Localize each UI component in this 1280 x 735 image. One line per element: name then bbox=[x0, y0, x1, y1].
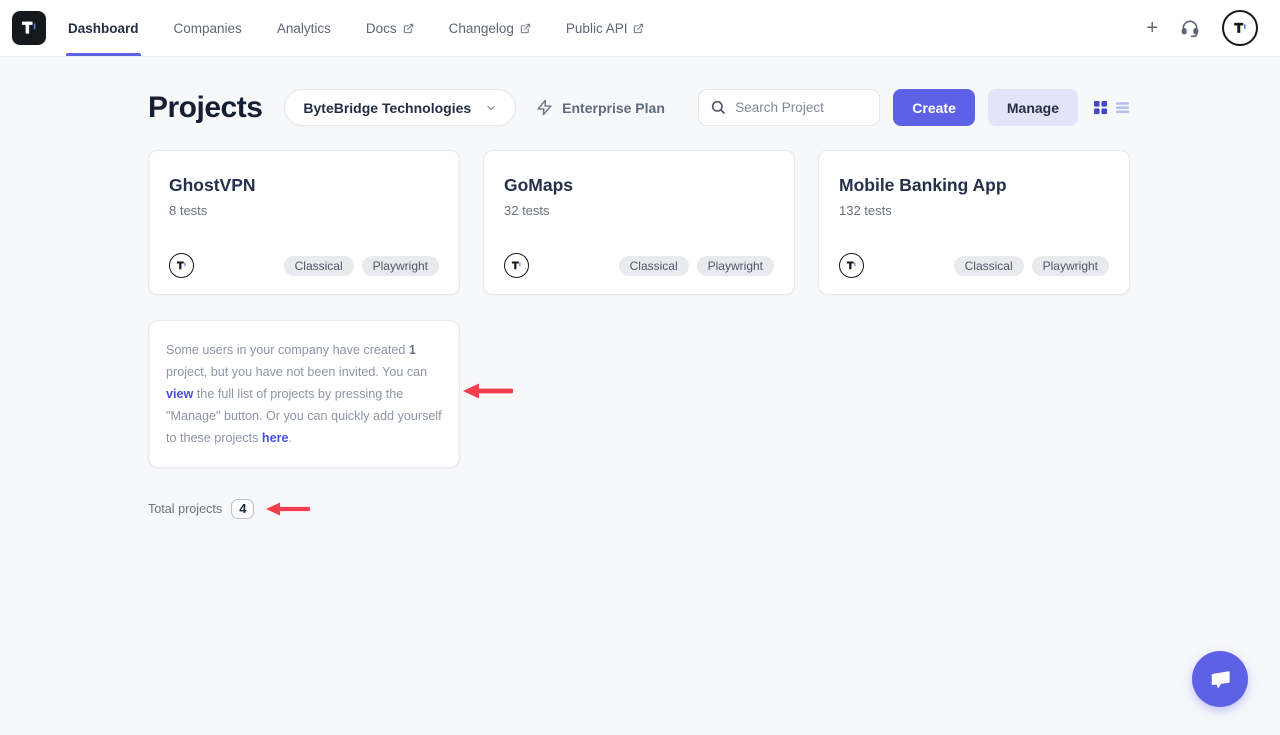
company-selector[interactable]: ByteBridge Technologies bbox=[284, 89, 516, 126]
external-link-icon bbox=[520, 23, 531, 34]
manage-button[interactable]: Manage bbox=[988, 89, 1078, 126]
nav-item-docs[interactable]: Docs bbox=[366, 0, 414, 56]
user-avatar[interactable] bbox=[1222, 10, 1258, 46]
red-arrow-icon bbox=[462, 382, 514, 400]
nav-item-changelog[interactable]: Changelog bbox=[449, 0, 531, 56]
external-link-icon bbox=[403, 23, 414, 34]
project-badges: Classical Playwright bbox=[954, 256, 1109, 276]
main-nav: Dashboard Companies Analytics Docs Cha bbox=[68, 0, 644, 56]
nav-item-label: Dashboard bbox=[68, 21, 139, 36]
nav-item-label: Docs bbox=[366, 21, 397, 36]
project-card-footer: Classical Playwright bbox=[169, 253, 439, 278]
nav-item-label: Public API bbox=[566, 21, 628, 36]
project-logo-icon bbox=[839, 253, 864, 278]
nav-item-companies[interactable]: Companies bbox=[174, 0, 242, 56]
total-projects-label: Total projects bbox=[148, 502, 222, 516]
project-logo-icon bbox=[504, 253, 529, 278]
add-button[interactable]: + bbox=[1146, 18, 1158, 38]
search-input[interactable] bbox=[698, 89, 880, 126]
notice-row: Some users in your company have created … bbox=[148, 320, 1131, 468]
chat-widget-button[interactable] bbox=[1192, 651, 1248, 707]
project-tests-count: 8 tests bbox=[169, 203, 439, 218]
project-name: Mobile Banking App bbox=[839, 175, 1109, 196]
projects-grid: GhostVPN 8 tests Classical Playwright GoM… bbox=[148, 150, 1131, 295]
brand-logo[interactable] bbox=[12, 11, 46, 45]
total-projects-row: Total projects 4 bbox=[148, 499, 1131, 519]
main-content: Projects ByteBridge Technologies Enterpr… bbox=[0, 57, 1131, 519]
projects-toolbar: Projects ByteBridge Technologies Enterpr… bbox=[148, 89, 1131, 126]
project-tests-count: 32 tests bbox=[504, 203, 774, 218]
here-link[interactable]: here bbox=[262, 431, 289, 445]
company-selector-value: ByteBridge Technologies bbox=[303, 100, 471, 116]
project-card[interactable]: GoMaps 32 tests Classical Playwright bbox=[483, 150, 795, 295]
plan-indicator: Enterprise Plan bbox=[536, 99, 665, 116]
badge-playwright: Playwright bbox=[697, 256, 774, 276]
nav-item-label: Changelog bbox=[449, 21, 514, 36]
project-name: GhostVPN bbox=[169, 175, 439, 196]
list-view-icon[interactable] bbox=[1114, 99, 1131, 116]
brand-logo-icon bbox=[17, 16, 41, 40]
plan-label: Enterprise Plan bbox=[562, 100, 665, 116]
project-tests-count: 132 tests bbox=[839, 203, 1109, 218]
support-headset-icon[interactable] bbox=[1180, 18, 1200, 38]
top-navigation-bar: Dashboard Companies Analytics Docs Cha bbox=[0, 0, 1280, 57]
nav-item-label: Companies bbox=[174, 21, 242, 36]
badge-playwright: Playwright bbox=[1032, 256, 1109, 276]
avatar-logo-icon bbox=[1229, 17, 1251, 39]
topbar-actions: + bbox=[1146, 10, 1258, 46]
badge-classical: Classical bbox=[619, 256, 689, 276]
project-card[interactable]: GhostVPN 8 tests Classical Playwright bbox=[148, 150, 460, 295]
project-badges: Classical Playwright bbox=[284, 256, 439, 276]
invitation-notice-card: Some users in your company have created … bbox=[148, 320, 460, 468]
view-link[interactable]: view bbox=[166, 387, 193, 401]
total-projects-count: 4 bbox=[231, 499, 254, 519]
project-card-footer: Classical Playwright bbox=[839, 253, 1109, 278]
grid-view-icon[interactable] bbox=[1092, 99, 1109, 116]
nav-item-dashboard[interactable]: Dashboard bbox=[68, 0, 139, 56]
page-title: Projects bbox=[148, 91, 262, 125]
project-logo-icon bbox=[169, 253, 194, 278]
badge-playwright: Playwright bbox=[362, 256, 439, 276]
chat-bubble-icon bbox=[1205, 664, 1235, 694]
chevron-down-icon bbox=[485, 102, 497, 114]
badge-classical: Classical bbox=[284, 256, 354, 276]
project-name: GoMaps bbox=[504, 175, 774, 196]
search-box bbox=[698, 89, 880, 126]
project-card[interactable]: Mobile Banking App 132 tests Classical Pl… bbox=[818, 150, 1130, 295]
notice-bold-count: 1 bbox=[409, 343, 416, 357]
lightning-icon bbox=[536, 99, 553, 116]
project-badges: Classical Playwright bbox=[619, 256, 774, 276]
project-card-footer: Classical Playwright bbox=[504, 253, 774, 278]
external-link-icon bbox=[633, 23, 644, 34]
notice-text: Some users in your company have created bbox=[166, 343, 409, 357]
notice-text: . bbox=[289, 431, 293, 445]
view-toggles bbox=[1092, 99, 1131, 116]
create-button[interactable]: Create bbox=[893, 89, 975, 126]
nav-item-label: Analytics bbox=[277, 21, 331, 36]
nav-item-public-api[interactable]: Public API bbox=[566, 0, 645, 56]
notice-text: the full list of projects by pressing th… bbox=[166, 387, 442, 445]
red-arrow-icon bbox=[265, 501, 311, 517]
notice-text: project, but you have not been invited. … bbox=[166, 365, 427, 379]
badge-classical: Classical bbox=[954, 256, 1024, 276]
nav-item-analytics[interactable]: Analytics bbox=[277, 0, 331, 56]
